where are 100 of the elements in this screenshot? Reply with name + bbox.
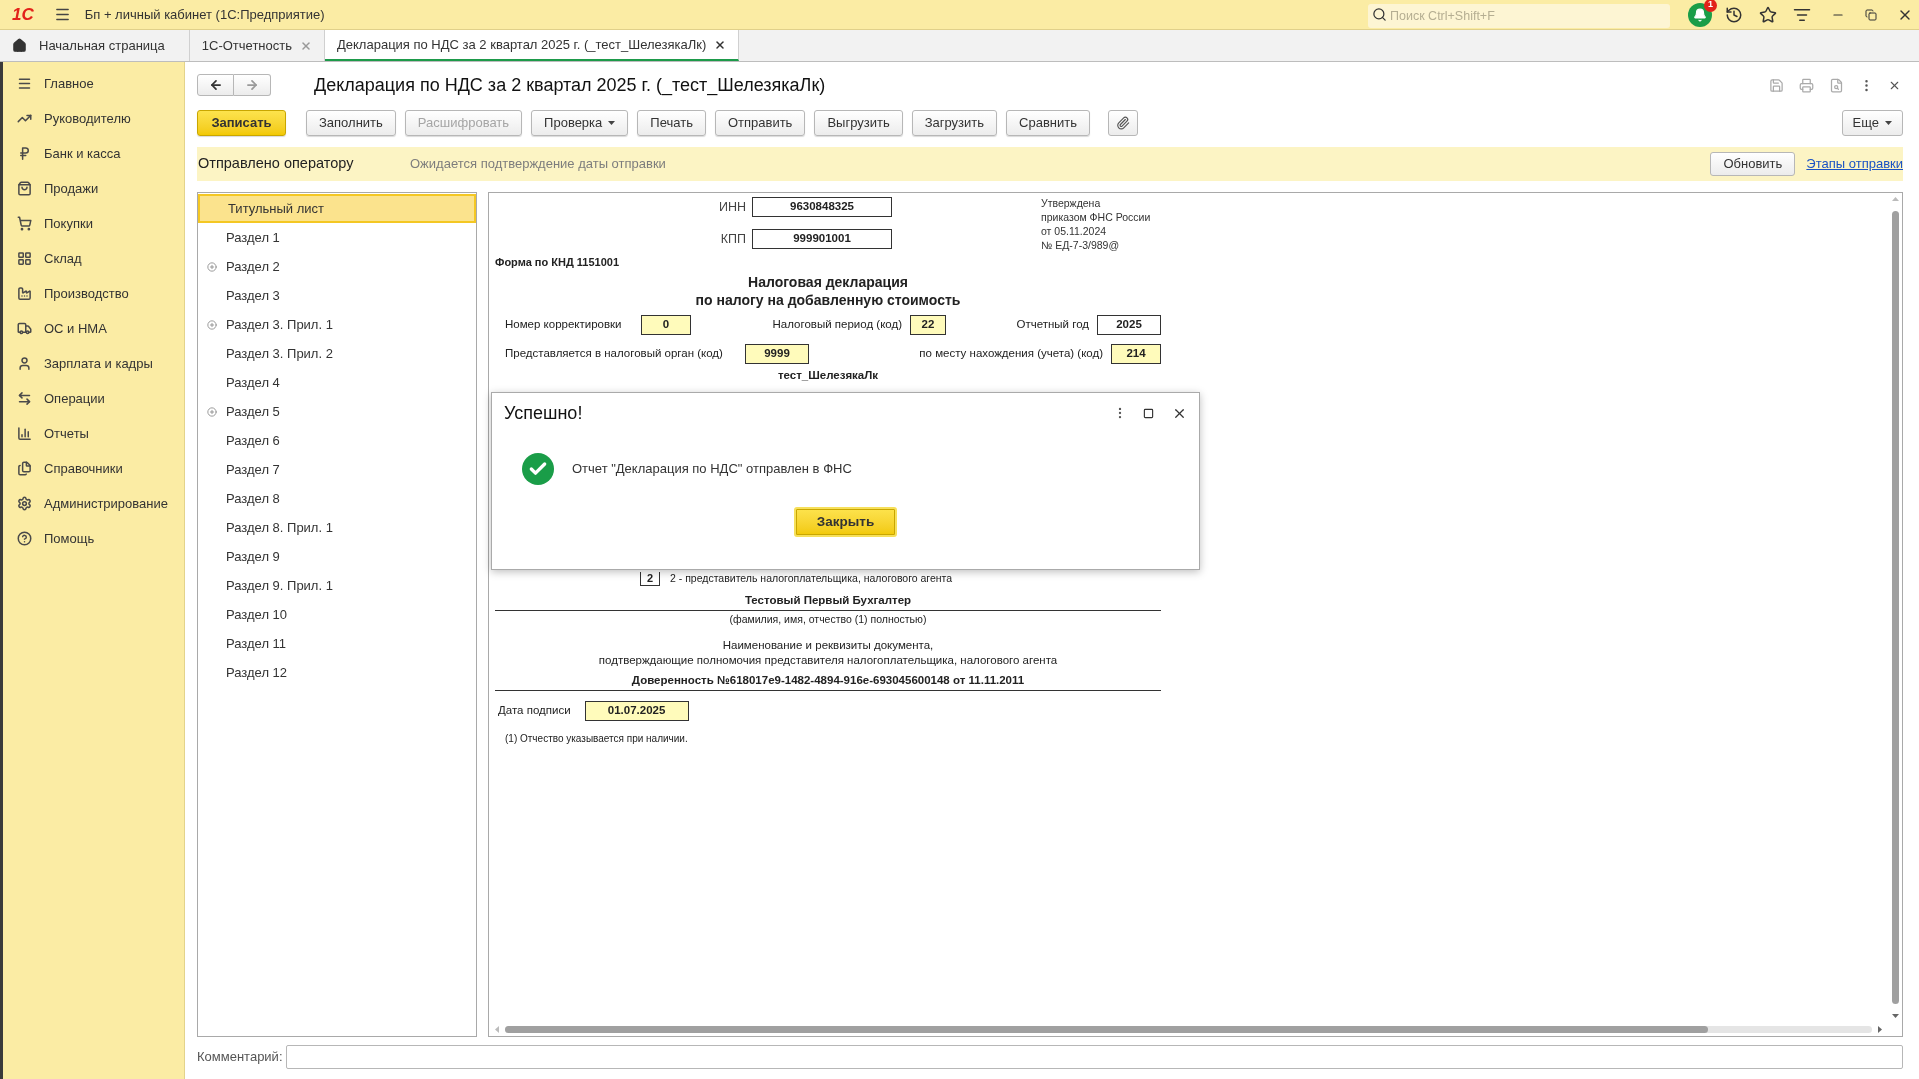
form-field[interactable]: 0	[641, 314, 691, 335]
attach-button[interactable]	[1107, 110, 1138, 136]
toolbar-button[interactable]: Печать	[637, 110, 706, 136]
scroll-down-icon[interactable]	[1891, 1014, 1899, 1018]
section-label: Раздел 5	[226, 402, 280, 421]
field-label: Отчетный год	[1015, 316, 1090, 332]
scroll-right-icon[interactable]	[1878, 1025, 1882, 1033]
toolbar-button[interactable]: Загрузить	[911, 110, 998, 136]
cart-icon	[17, 216, 32, 231]
section-item[interactable]: Раздел 8	[198, 484, 476, 513]
sidebar-item[interactable]: Главное	[44, 73, 94, 94]
arrow-right-icon	[245, 78, 259, 92]
back-button[interactable]	[197, 74, 234, 96]
section-item[interactable]: Раздел 1	[198, 223, 476, 252]
sidebar-item[interactable]: Руководителю	[44, 108, 131, 129]
notification-button[interactable]	[1688, 2, 1712, 27]
arrow-left-icon	[208, 78, 223, 92]
section-item[interactable]: Раздел 9. Прил. 1	[198, 571, 476, 600]
field-label: КПП	[719, 230, 747, 248]
menu-icon	[17, 76, 32, 91]
toolbar-button[interactable]: Выгрузить	[814, 110, 903, 136]
comment-field[interactable]	[286, 1045, 1903, 1069]
sidebar-item[interactable]: Администрирование	[44, 493, 168, 514]
toolbar-button[interactable]: Отправить	[714, 110, 806, 136]
sidebar-item[interactable]: ОС и НМА	[44, 318, 107, 339]
field-label: по месту нахождения (учета) (код)	[918, 345, 1104, 361]
star-icon[interactable]	[1759, 5, 1777, 24]
sidebar-item[interactable]: Операции	[44, 388, 105, 409]
section-item[interactable]: Раздел 5	[198, 397, 476, 426]
close-button[interactable]: Закрыть	[794, 507, 897, 537]
factory-icon	[17, 286, 32, 301]
form-field[interactable]: 9999	[745, 343, 809, 364]
form-field[interactable]: 2025	[1097, 314, 1161, 335]
authority-document: Доверенность №618017e9-1482-4894-916e-693045600148 от 11.11.2011	[495, 671, 1161, 691]
form-field[interactable]: 999901001	[752, 229, 892, 249]
toolbar-button[interactable]: Заполнить	[306, 110, 396, 136]
history-icon[interactable]	[1725, 5, 1743, 24]
sidebar-item[interactable]: Банк и касса	[44, 143, 121, 164]
section-item[interactable]: Раздел 3	[198, 281, 476, 310]
sidebar-item[interactable]: Помощь	[44, 528, 95, 549]
caret-icon	[1885, 121, 1892, 125]
sidebar-item[interactable]: Продажи	[44, 178, 99, 199]
sidebar-item[interactable]: Покупки	[44, 213, 93, 234]
app-logo: 1С	[12, 6, 34, 23]
form-field[interactable]: 9630848325	[752, 197, 892, 217]
section-item[interactable]: Раздел 2	[198, 252, 476, 281]
section-item[interactable]: Раздел 8. Прил. 1	[198, 513, 476, 542]
section-item[interactable]: Раздел 10	[198, 600, 476, 629]
stages-link[interactable]: Этапы отправки	[1806, 154, 1903, 174]
tab[interactable]: 1С-Отчетность	[189, 30, 325, 61]
close-icon[interactable]	[714, 38, 727, 51]
form-field[interactable]: 01.07.2025	[584, 700, 689, 721]
sidebar-item[interactable]: Склад	[44, 248, 82, 269]
section-label: Раздел 1	[226, 228, 280, 247]
bar-chart-icon	[17, 426, 32, 441]
section-label: Раздел 6	[226, 431, 280, 450]
section-item[interactable]: Раздел 7	[198, 455, 476, 484]
bell-icon	[1693, 7, 1707, 22]
more-button[interactable]: Еще	[1841, 110, 1903, 136]
section-label: Раздел 8. Прил. 1	[226, 518, 333, 537]
section-item[interactable]: Раздел 11	[198, 629, 476, 658]
sidebar-item[interactable]: Отчеты	[44, 423, 89, 444]
sidebar-item[interactable]: Производство	[44, 283, 129, 304]
toolbar-button[interactable]: Записать	[197, 110, 286, 136]
window-title: Бп + личный кабинет (1С:Предприятие)	[84, 5, 325, 24]
section-item[interactable]: Раздел 3. Прил. 1	[198, 310, 476, 339]
toolbar-button[interactable]: Сравнить	[1006, 110, 1090, 136]
form-field[interactable]: 22	[910, 314, 946, 335]
menu-icon[interactable]	[53, 6, 71, 23]
section-item[interactable]: Раздел 12	[198, 658, 476, 687]
caret-icon	[608, 121, 616, 125]
signer-code-field: 2	[640, 571, 660, 586]
section-item[interactable]: Раздел 9	[198, 542, 476, 571]
document-caption: Наименование и реквизиты документа,	[722, 637, 934, 653]
refresh-button[interactable]: Обновить	[1710, 152, 1796, 176]
field-label: ИНН	[717, 198, 747, 216]
restore-icon[interactable]	[1865, 8, 1877, 21]
toolbar-button[interactable]: Проверка	[531, 110, 629, 136]
approval-text: № ЕД-7-3/989@	[1041, 238, 1121, 252]
approval-text: от 05.11.2024	[1041, 224, 1108, 238]
maximize-icon[interactable]	[1143, 407, 1154, 419]
tab[interactable]: Декларация по НДС за 2 квартал 2025 г. (_тест_ШелезякаЛк)	[325, 30, 740, 61]
person-icon	[17, 356, 32, 371]
status-text: Отправлено оператору	[198, 154, 355, 174]
form-field[interactable]: 214	[1111, 343, 1161, 364]
help-icon	[17, 531, 32, 546]
section-item[interactable]: Раздел 4	[198, 368, 476, 397]
comment-label: Комментарий:	[197, 1048, 284, 1067]
sidebar-item[interactable]: Зарплата и кадры	[44, 353, 153, 374]
section-item[interactable]: Титульный лист	[198, 194, 476, 223]
section-item[interactable]: Раздел 6	[198, 426, 476, 455]
sidebar-item[interactable]: Справочники	[44, 458, 123, 479]
signer-caption: (фамилия, имя, отчество (1) полностью)	[728, 611, 928, 627]
search-field[interactable]: Поиск Ctrl+Shift+F	[1368, 3, 1670, 28]
signer-note: 2 - представитель налогоплательщика, налогового агента	[670, 570, 953, 586]
success-icon	[522, 453, 554, 485]
tab[interactable]: Начальная страница	[0, 30, 190, 61]
section-item[interactable]: Раздел 3. Прил. 2	[198, 339, 476, 368]
section-label: Титульный лист	[228, 199, 324, 218]
approval-text: приказом ФНС России	[1041, 210, 1151, 224]
